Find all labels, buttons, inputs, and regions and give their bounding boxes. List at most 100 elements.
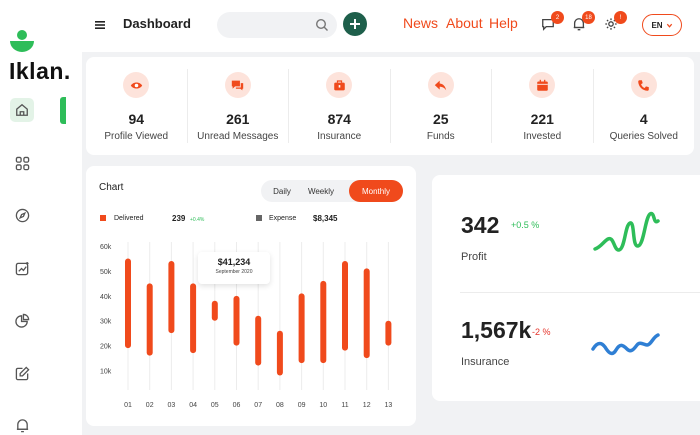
stat-value: 874	[327, 111, 351, 127]
compass-icon	[15, 208, 29, 222]
grid-icon	[15, 156, 29, 170]
stat-funds[interactable]: 25 Funds	[391, 69, 492, 143]
add-button[interactable]	[343, 12, 367, 36]
stat-value: 221	[530, 111, 554, 127]
legend-label-expense: Expense	[269, 215, 297, 222]
y-tick-label: 10k	[100, 369, 112, 376]
search-icon[interactable]	[315, 18, 329, 32]
insurance-label: Insurance	[461, 356, 510, 368]
plus-icon	[350, 19, 360, 29]
blue-sparkline-icon	[591, 333, 660, 356]
green-sparkline-icon	[593, 211, 660, 252]
x-tick-label: 06	[233, 402, 241, 409]
chart-card: 60k 50k 40k 30k 20k 10k 01 02 03 04 05 06 07 08 09 10 11…	[86, 166, 416, 426]
bar	[168, 260, 175, 334]
reply-icon	[427, 72, 454, 98]
bar-chart: 60k 50k 40k 30k 20k 10k 01 02 03 04 05 06 07 08 09 10 11…	[100, 242, 393, 409]
bar	[342, 260, 348, 351]
stat-label: Funds	[426, 131, 455, 142]
stat-unread-messages[interactable]: 261 Unread Messages	[188, 69, 289, 143]
stat-queries-solved[interactable]: 4 Queries Solved	[594, 69, 695, 143]
bar	[211, 300, 218, 321]
nav-help-link[interactable]: Help	[489, 15, 518, 31]
y-tick-label: 40k	[100, 294, 112, 301]
x-tick-label: 13	[385, 402, 393, 409]
bar	[146, 283, 153, 356]
sidebar-item-notifications[interactable]	[10, 413, 34, 435]
search-box	[217, 12, 337, 38]
legend-label-delivered: Delivered	[114, 215, 144, 222]
notifications-badge: 18	[582, 11, 595, 24]
sidebar-item-apps[interactable]	[10, 151, 34, 175]
x-tick-label: 02	[146, 402, 154, 409]
language-select[interactable]: EN	[642, 14, 682, 36]
bar	[276, 330, 283, 376]
eye-icon	[123, 72, 150, 98]
legend-swatch-expense	[256, 215, 262, 221]
messages-badge: 2	[551, 11, 564, 24]
tooltip-value: $41,234	[217, 257, 251, 267]
stat-label: Insurance	[317, 131, 362, 142]
search-input[interactable]	[227, 16, 312, 34]
nav-news-link[interactable]: News	[403, 15, 438, 31]
messages-button[interactable]: 2	[541, 11, 564, 33]
stat-label: Invested	[523, 131, 562, 142]
metrics-divider	[460, 292, 700, 293]
tooltip-date: September 2020	[215, 269, 253, 275]
stat-value: 261	[226, 111, 250, 127]
sidebar-item-reports[interactable]	[10, 308, 34, 332]
x-tick-label: 08	[276, 402, 284, 409]
tab-daily[interactable]: Daily	[267, 180, 297, 202]
y-tick-label: 30k	[100, 319, 112, 326]
stat-label: Profile Viewed	[104, 131, 169, 142]
bar	[320, 280, 327, 364]
stat-profile-viewed[interactable]: 94 Profile Viewed	[86, 69, 188, 143]
stat-value: 25	[432, 111, 449, 127]
bell-icon	[16, 418, 28, 432]
alerts-badge: !	[614, 11, 627, 24]
tab-weekly[interactable]: Weekly	[301, 180, 341, 202]
chart-title: Chart	[99, 182, 124, 193]
y-tick-label: 60k	[100, 244, 112, 251]
x-tick-label: 12	[363, 402, 371, 409]
chart-tooltip: $41,234 September 2020	[198, 252, 270, 284]
page-title: Dashboard	[123, 16, 191, 31]
sidebar-item-edit[interactable]	[10, 361, 34, 385]
language-label: EN	[651, 20, 663, 30]
sidebar-item-analytics[interactable]	[10, 256, 34, 280]
bar	[363, 268, 370, 359]
x-tick-label: 11	[341, 402, 348, 409]
bar	[298, 293, 305, 364]
y-tick-label: 20k	[100, 344, 112, 351]
brand-name: Iklan.	[9, 58, 71, 84]
chevron-down-icon	[666, 23, 672, 28]
edit-icon	[15, 365, 30, 380]
sidebar-item-home[interactable]	[10, 98, 34, 122]
notifications-button[interactable]: 18	[572, 11, 595, 33]
tab-monthly[interactable]: Monthly	[349, 180, 403, 202]
trend-chart-icon	[15, 261, 29, 275]
bar	[385, 320, 392, 346]
logo-icon	[10, 30, 34, 52]
stat-insurance[interactable]: 874 Insurance	[289, 69, 391, 143]
insurance-value: 1,567k	[461, 317, 532, 343]
stat-invested[interactable]: 221 Invested	[492, 69, 594, 143]
alerts-button[interactable]: !	[604, 11, 627, 33]
sidebar-item-explore[interactable]	[10, 203, 34, 227]
legend-value-expense: $8,345	[313, 214, 338, 223]
header: Dashboard News About Help 2 18 ! EN	[82, 0, 700, 52]
phone-icon	[630, 72, 657, 98]
bar	[233, 295, 240, 346]
x-tick-label: 10	[319, 402, 327, 409]
x-tick-label: 09	[298, 402, 306, 409]
stat-label: Unread Messages	[197, 131, 279, 142]
hamburger-menu-icon[interactable]	[94, 18, 108, 32]
x-tick-label: 05	[211, 402, 219, 409]
home-icon	[16, 103, 28, 116]
nav-about-link[interactable]: About	[446, 15, 483, 31]
chat-icon	[224, 72, 251, 98]
x-tick-label: 07	[254, 402, 262, 409]
stats-card: 94 Profile Viewed 261 Unread Messages 87…	[86, 57, 694, 155]
stat-label: Queries Solved	[609, 131, 678, 142]
active-indicator	[60, 97, 66, 124]
